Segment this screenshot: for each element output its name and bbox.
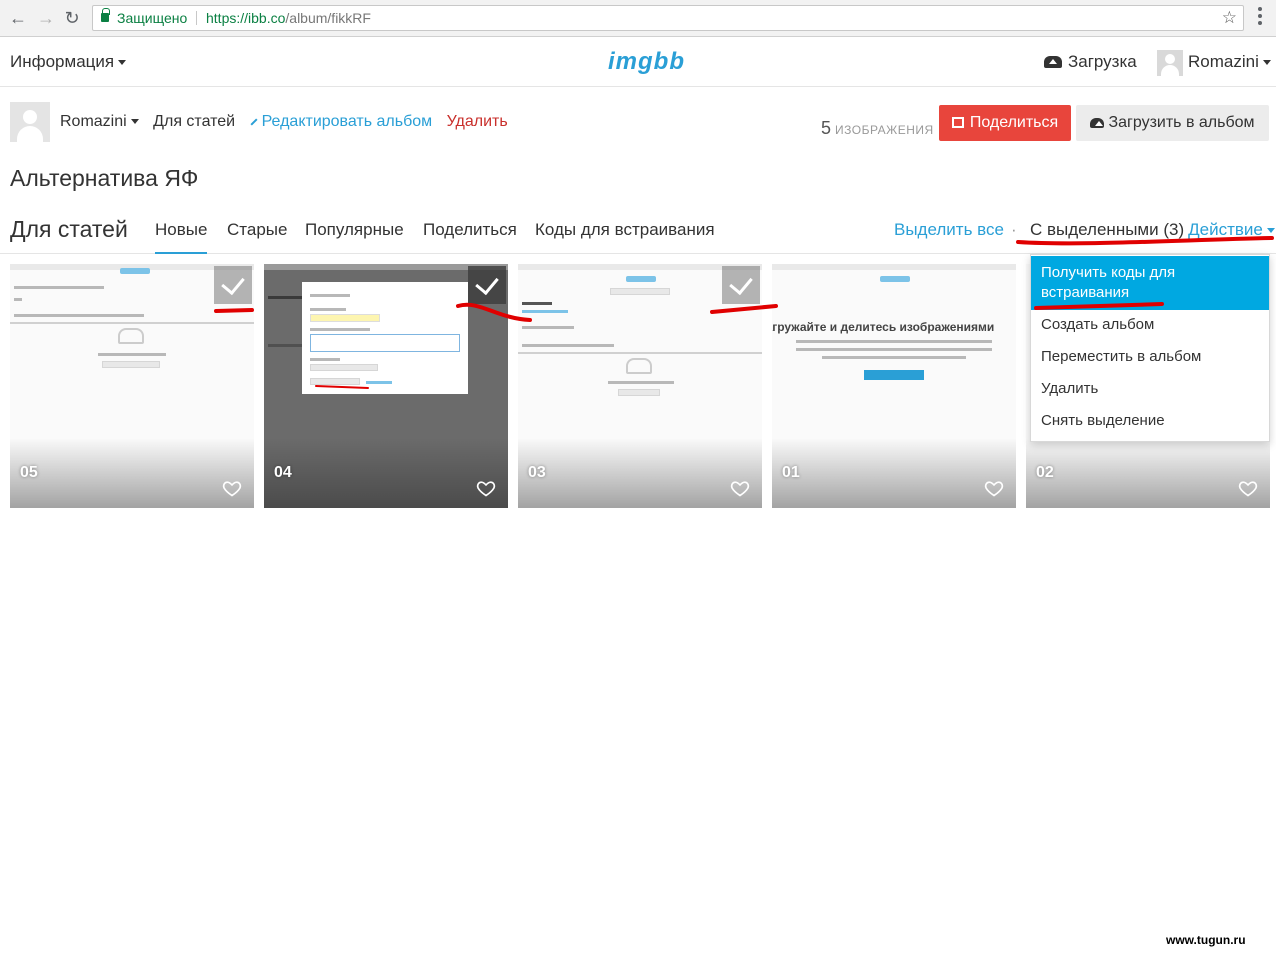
heart-icon[interactable] xyxy=(222,478,242,498)
info-menu[interactable]: Информация xyxy=(10,52,127,72)
caret-down-icon xyxy=(1266,228,1275,234)
thumbnail-headline: Загружайте и делитесь изображениями xyxy=(772,320,995,334)
create-album-modal xyxy=(302,282,468,394)
album-meta: Romazini Для статей Редактировать альбом… xyxy=(60,113,518,131)
caret-down-icon xyxy=(1262,60,1271,66)
user-menu[interactable]: Romazini xyxy=(1157,49,1271,76)
with-selected-menu[interactable]: С выделенными (3) Действие xyxy=(1030,220,1275,240)
thumbnail-label: 01 xyxy=(782,464,800,481)
thumbnail-03[interactable]: 03 xyxy=(518,264,762,508)
caret-down-icon xyxy=(118,60,127,66)
cloud-upload-icon xyxy=(1044,56,1062,68)
menu-item-move-to-album[interactable]: Переместить в альбом xyxy=(1031,348,1269,365)
thumbnail-label: 02 xyxy=(1036,464,1054,481)
heart-icon[interactable] xyxy=(476,478,496,498)
menu-item-deselect[interactable]: Снять выделение xyxy=(1031,412,1269,429)
bookmark-star-icon[interactable]: ☆ xyxy=(1222,6,1237,30)
tab-share[interactable]: Поделиться xyxy=(423,220,517,240)
heart-icon[interactable] xyxy=(984,478,1004,498)
thumbnail-label: 03 xyxy=(528,464,546,481)
menu-item-delete[interactable]: Удалить xyxy=(1031,380,1269,397)
menu-item-get-embed-codes[interactable]: Получить коды для встраивания xyxy=(1031,256,1269,310)
url-text: https://ibb.co/album/fikkRF xyxy=(206,10,371,26)
tab-popular[interactable]: Популярные xyxy=(305,220,404,240)
thumbnail-label: 04 xyxy=(274,464,292,481)
section-title: Для статей xyxy=(10,216,128,242)
select-all-link[interactable]: Выделить все xyxy=(894,220,1004,240)
album-name: Для статей xyxy=(153,113,236,130)
selected-checkmark[interactable] xyxy=(468,266,506,304)
site-navbar: Информация imgbb Загрузка Romazini xyxy=(0,38,1276,87)
avatar xyxy=(1157,49,1183,76)
delete-album-link[interactable]: Удалить xyxy=(447,113,508,130)
upload-to-album-button[interactable]: Загрузить в альбом xyxy=(1076,105,1269,141)
share-button[interactable]: Поделиться xyxy=(939,105,1071,141)
selected-checkmark[interactable] xyxy=(214,266,252,304)
heart-icon[interactable] xyxy=(1238,478,1258,498)
selected-checkmark[interactable] xyxy=(722,266,760,304)
album-description: Альтернатива ЯФ xyxy=(10,165,199,191)
menu-item-create-album[interactable]: Создать альбом xyxy=(1031,316,1269,333)
thumbnail-01[interactable]: Загружайте и делитесь изображениями 01 xyxy=(772,264,1016,508)
action-dropdown-menu: Получить коды для встраивания Создать ал… xyxy=(1030,254,1270,442)
tab-new[interactable]: Новые xyxy=(155,220,208,254)
action-dropdown-toggle[interactable]: Действие xyxy=(1188,220,1275,239)
edit-album-link[interactable]: Редактировать альбом xyxy=(250,113,432,130)
back-icon[interactable]: ← xyxy=(8,8,28,28)
reload-icon[interactable]: ↻ xyxy=(62,8,82,28)
secure-label: Защищено xyxy=(117,10,188,26)
thumbnail-04[interactable]: 04 xyxy=(264,264,508,508)
upload-link[interactable]: Загрузка xyxy=(1044,52,1137,72)
tab-embed-codes[interactable]: Коды для встраивания xyxy=(535,220,715,240)
owner-menu[interactable]: Romazini xyxy=(60,113,139,130)
pencil-icon xyxy=(250,118,258,126)
share-icon xyxy=(951,117,964,128)
image-count: 5 ИЗОБРАЖЕНИЯ xyxy=(821,118,934,138)
caret-down-icon xyxy=(130,119,139,125)
owner-avatar[interactable] xyxy=(10,102,50,142)
browser-menu-icon[interactable] xyxy=(1258,7,1262,27)
watermark: www.tugun.ru xyxy=(1166,933,1246,947)
lock-icon xyxy=(101,8,110,22)
forward-icon[interactable]: → xyxy=(36,8,56,28)
site-logo[interactable]: imgbb xyxy=(608,48,685,76)
thumbnail-05[interactable]: 05 xyxy=(10,264,254,508)
tab-old[interactable]: Старые xyxy=(227,220,287,240)
separator: · xyxy=(1011,220,1017,239)
thumbnail-label: 05 xyxy=(20,464,38,481)
address-bar[interactable]: Защищено https://ibb.co/album/fikkRF ☆ xyxy=(92,5,1244,31)
heart-icon[interactable] xyxy=(730,478,750,498)
cloud-upload-icon xyxy=(1090,118,1105,128)
album-tabs: Для статей Новые Старые Популярные Подел… xyxy=(0,208,1276,254)
browser-toolbar: ← → ↻ Защищено https://ibb.co/album/fikk… xyxy=(0,0,1276,37)
